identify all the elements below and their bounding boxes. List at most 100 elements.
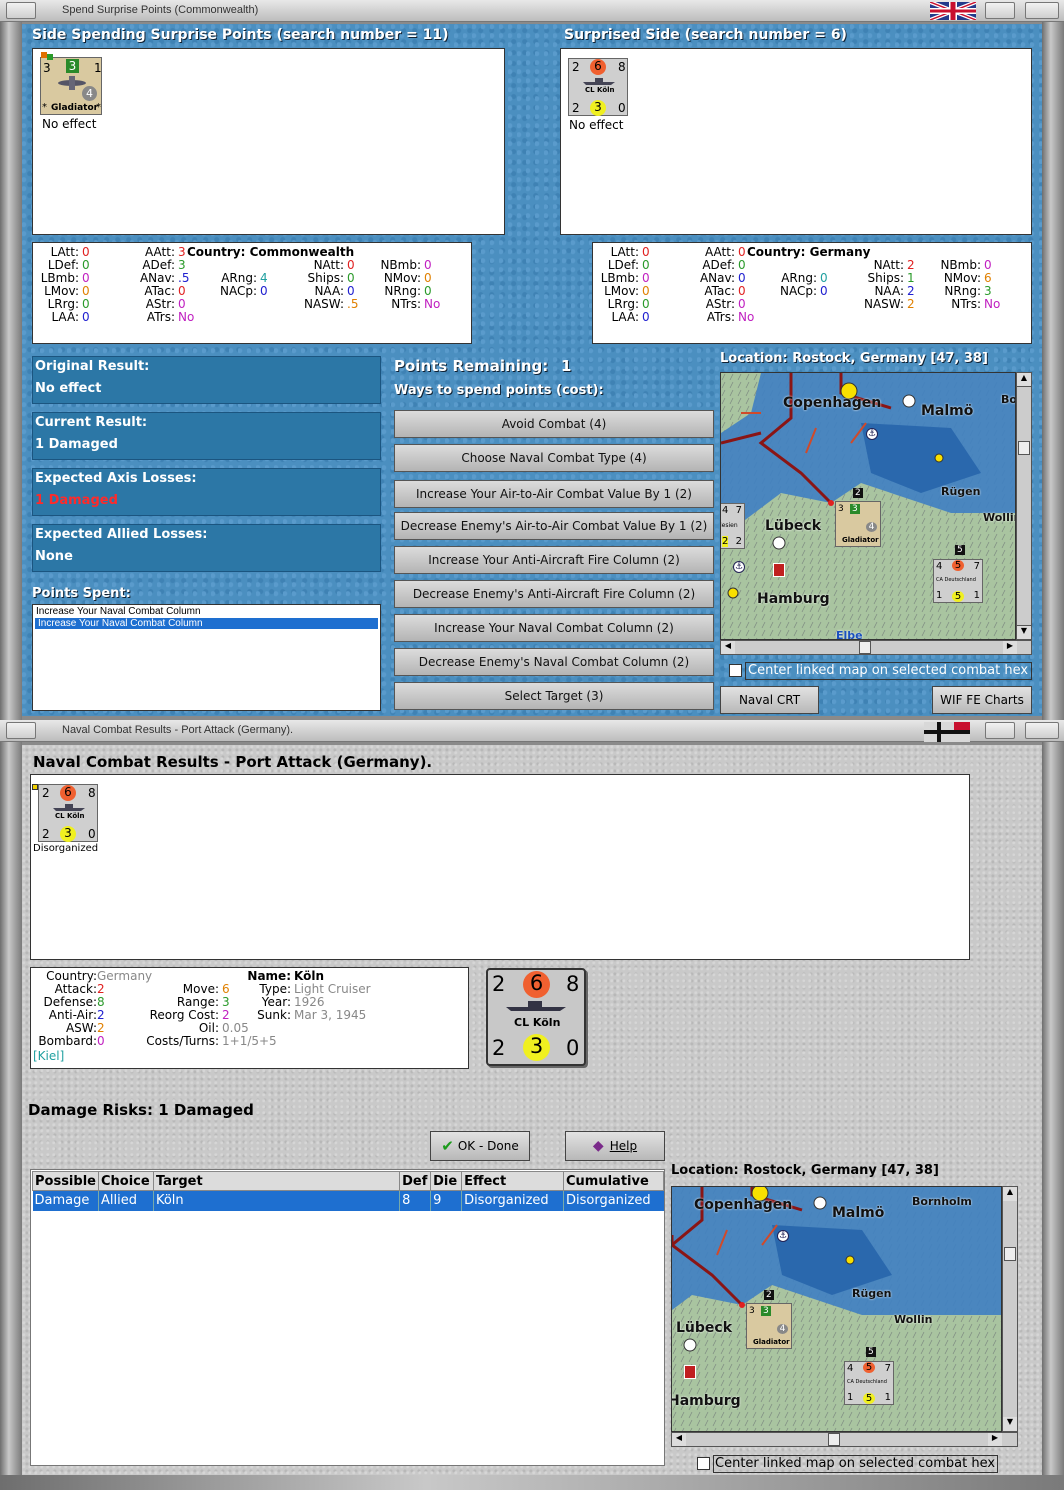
col-choice[interactable]: Choice [97,1171,154,1191]
stat-label: NACp: [219,284,257,298]
result-value: 1 Damaged [35,493,118,508]
stat-value: 0 [260,284,268,298]
col-def[interactable]: Def [399,1171,432,1191]
naval-crt-button[interactable]: Naval CRT [720,686,819,714]
map-horizontal-scrollbar[interactable]: ◀ ▶ [720,640,1032,655]
country-value: Germany [97,969,153,983]
scroll-up-icon[interactable]: ▲ [1017,373,1031,387]
col-target[interactable]: Target [152,1171,401,1191]
costs-label: Costs/Turns: [146,1034,219,1048]
scroll-thumb[interactable] [1018,441,1030,455]
center-map-checkbox-2[interactable] [697,1457,710,1470]
help-button[interactable]: ◆ Help [565,1131,665,1161]
map2-vertical-scrollbar[interactable]: ▲ ▼ [1002,1186,1018,1432]
naval-move: 8 [618,60,626,74]
col-cumulative[interactable]: Cumulative [563,1171,664,1191]
col-possible[interactable]: Possible [32,1171,99,1191]
bottom-titlebar[interactable]: Naval Combat Results - Port Attack (Germ… [0,720,1064,742]
increase-aa-column-button[interactable]: Increase Your Anti-Aircraft Fire Column … [394,546,714,574]
select-target-button[interactable]: Select Target (3) [394,682,714,710]
window-menu-button[interactable] [6,2,36,19]
stat-label: NTrs: [391,297,421,311]
increase-naval-column-button[interactable]: Increase Your Naval Combat Column (2) [394,614,714,642]
scroll-down-icon[interactable]: ▼ [1017,625,1031,639]
map-city-label: Hamburg [757,591,830,607]
minimize-button[interactable] [985,722,1015,739]
points-spent-list[interactable]: Increase Your Naval Combat Column Increa… [32,604,381,711]
map-city-label: Hamburg [671,1393,741,1409]
koln-result-unit[interactable]: 2 6 8 CL Köln 2 3 0 [38,784,98,842]
table-header-row: Possible Choice Target Def Die Effect Cu… [32,1171,664,1191]
decrease-enemy-air-to-air-button[interactable]: Decrease Enemy's Air-to-Air Combat Value… [394,512,714,540]
linked-map[interactable]: Copenhagen Malmö Lübeck Hamburg RügenWollin B… [720,372,1016,640]
unit-effect: Disorganized [33,843,99,854]
map-deutschland-unit[interactable]: 4 5 7 CA Deutschland 1 5 1 [933,559,983,603]
table-row[interactable]: Damage Allied Köln 8 9 Disorganized Diso… [32,1190,664,1211]
uk-flag-icon [930,2,976,20]
window-menu-button[interactable] [6,722,36,739]
stack-count: 2 [764,1290,774,1300]
wif-charts-button[interactable]: WIF FE Charts [932,686,1032,714]
scroll-thumb[interactable] [828,1433,840,1446]
map-city-label: Rügen [852,1287,892,1300]
center-map-label-2[interactable]: Center linked map on selected combat hex [713,1455,998,1473]
close-button[interactable] [1025,722,1059,739]
stat-value: No [178,310,195,324]
map-city-label: Malmö [832,1205,885,1221]
avoid-combat-button[interactable]: Avoid Combat (4) [394,410,714,438]
list-item-selected[interactable]: Increase Your Naval Combat Column [35,618,378,629]
choose-naval-combat-type-button[interactable]: Choose Naval Combat Type (4) [394,444,714,472]
scroll-left-icon[interactable]: ◀ [672,1433,686,1446]
stat-label: NTrs: [951,297,981,311]
current-result-box: Current Result: 1 Damaged [32,412,381,460]
map2-horizontal-scrollbar[interactable]: ◀ ▶ [671,1432,1018,1447]
map-vertical-scrollbar[interactable]: ▲ ▼ [1016,372,1032,640]
bombard-value: 0 [566,1036,580,1060]
top-titlebar[interactable]: Spend Surprise Points (Commonwealth) [0,0,1064,22]
bombard-value: 0 [618,101,626,115]
center-map-label[interactable]: Center linked map on selected combat hex [745,662,1032,680]
map-gladiator-unit[interactable]: 3 3 4 Gladiator [835,501,881,547]
scroll-thumb[interactable] [1004,1247,1016,1261]
linked-map-2[interactable]: Copenhagen Malmö Lübeck Hamburg Rügen Wollin B… [671,1186,1002,1432]
star-left: * [42,102,47,113]
window-title: Naval Combat Results - Port Attack (Germ… [62,724,294,736]
scroll-right-icon[interactable]: ▶ [1003,641,1017,654]
german-flag-icon [924,722,970,742]
ok-done-button[interactable]: ✔ OK - Done [430,1131,530,1161]
scroll-right-icon[interactable]: ▶ [988,1433,1002,1446]
list-item[interactable]: Increase Your Naval Combat Column [33,605,380,618]
scroll-up-icon[interactable]: ▲ [1003,1187,1017,1201]
gladiator-unit[interactable]: 3 3 1 4 * Gladiator * [40,52,102,115]
naval-defense: 6 [60,785,76,801]
aa-value: 2 [492,1036,506,1060]
naval-attack: 2 [572,60,580,74]
map-gladiator-unit[interactable]: 3 3 4 Gladiator [746,1303,792,1349]
col-die[interactable]: Die [430,1171,463,1191]
result-label: Current Result: [35,415,148,430]
map-city-label: Malmö [921,403,974,419]
asw-value: 3 [590,100,606,116]
unit-name: CL Köln [514,1016,561,1029]
center-map-checkbox[interactable] [729,664,742,677]
scroll-thumb[interactable] [859,641,871,654]
scroll-down-icon[interactable]: ▼ [1003,1417,1017,1431]
cell-cumulative: Disorganized [566,1193,651,1209]
col-effect[interactable]: Effect [461,1171,564,1191]
map-schlesien-unit[interactable]: 4 7 lesien 2 2 [721,503,745,549]
decrease-enemy-aa-column-button[interactable]: Decrease Enemy's Anti-Aircraft Fire Colu… [394,580,714,608]
close-button[interactable] [1025,2,1059,19]
naval-defense: 6 [523,971,550,998]
koln-unit[interactable]: 2 6 8 CL Köln 2 3 0 [568,58,628,116]
increase-air-to-air-button[interactable]: Increase Your Air-to-Air Combat Value By… [394,480,714,508]
minimize-button[interactable] [985,2,1015,19]
stat-label: ATrs: [706,310,735,324]
decrease-enemy-naval-column-button[interactable]: Decrease Enemy's Naval Combat Column (2) [394,648,714,676]
right-stats-box: LAtt: 0 LDef: 0 LBmb: 0 LMov: 0 LRrg: 0 LAA: 0 AAtt:… [592,242,1032,344]
spending-unit-effect: No effect [42,117,97,131]
surprised-units-box: 2 6 8 CL Köln 2 3 0 No effect [560,48,1032,235]
unit-name: CL Köln [585,86,615,94]
scroll-left-icon[interactable]: ◀ [721,641,735,654]
map-deutschland-unit[interactable]: 4 5 7 CA Deutschland 1 5 1 [844,1361,894,1405]
points-remaining-value: 1 [561,357,572,375]
